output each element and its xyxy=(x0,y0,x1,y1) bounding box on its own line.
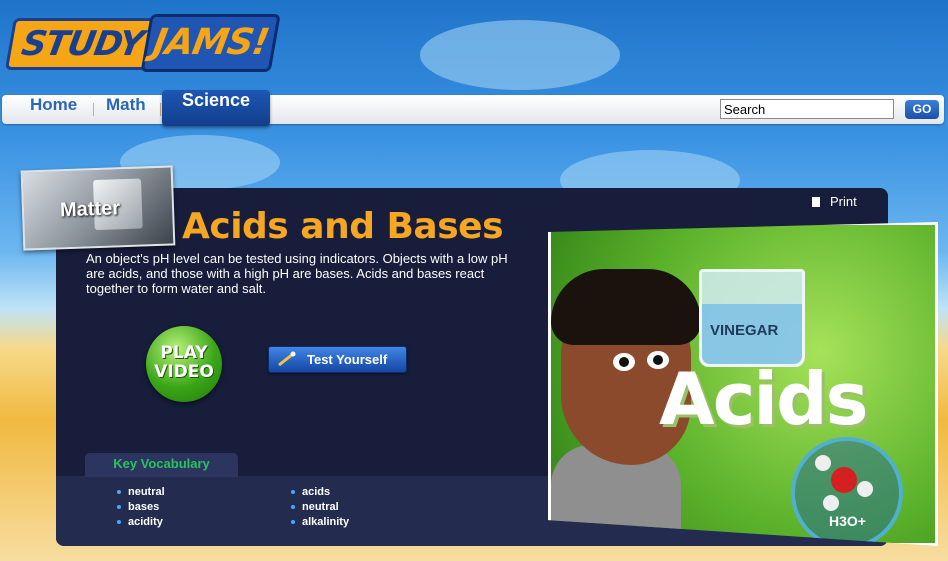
play-video-line2: VIDEO xyxy=(154,362,214,382)
vocabulary-term[interactable]: neutral xyxy=(117,485,165,500)
cloud-decoration xyxy=(420,20,620,90)
key-vocabulary-tab[interactable]: Key Vocabulary xyxy=(85,453,238,477)
hydrogen-atom xyxy=(823,495,839,511)
oxygen-atom xyxy=(831,467,857,493)
top-navigation-bar: Home Math Science GO xyxy=(2,90,944,126)
character-eye xyxy=(613,353,635,371)
search-input[interactable] xyxy=(720,99,894,119)
test-yourself-button[interactable]: Test Yourself xyxy=(268,346,407,373)
vocabulary-term[interactable]: acids xyxy=(291,485,349,500)
site-logo[interactable]: STUDY JAMS! xyxy=(0,10,281,72)
nav-link-science-active[interactable]: Science xyxy=(162,90,270,126)
hydronium-formula: H3O+ xyxy=(829,513,866,529)
magic-wand-icon xyxy=(278,351,296,367)
character-hair xyxy=(551,269,701,345)
topic-label: Matter xyxy=(59,197,121,222)
play-video-button[interactable]: PLAY VIDEO xyxy=(146,326,222,402)
print-label: Print xyxy=(830,194,857,209)
logo-study-text: STUDY xyxy=(4,18,161,70)
page-description: An object's pH level can be tested using… xyxy=(86,251,508,296)
vocabulary-term[interactable]: neutral xyxy=(291,500,349,515)
search-go-button[interactable]: GO xyxy=(905,100,939,119)
vinegar-beaker: VINEGAR xyxy=(699,269,805,367)
topic-badge-matter[interactable]: Matter xyxy=(20,165,176,251)
nav-separator xyxy=(93,103,94,116)
hydrogen-atom xyxy=(815,455,831,471)
play-video-line1: PLAY xyxy=(160,343,208,363)
water-molecule-icon xyxy=(791,437,903,543)
document-icon xyxy=(812,197,820,207)
nav-separator xyxy=(160,103,161,116)
vocabulary-list-column-2: acids neutral alkalinity xyxy=(291,485,349,530)
feature-headline: Acids xyxy=(659,357,868,441)
page-title: Acids and Bases xyxy=(182,206,504,247)
print-link[interactable]: Print xyxy=(812,194,857,209)
beaker-label: VINEGAR xyxy=(710,322,779,339)
vocabulary-term[interactable]: alkalinity xyxy=(291,515,349,530)
vocabulary-term[interactable]: bases xyxy=(117,500,165,515)
nav-link-math[interactable]: Math xyxy=(106,95,146,124)
acids-feature-illustration[interactable]: VINEGAR Acids H3O+ xyxy=(548,222,938,546)
hydrogen-atom xyxy=(857,481,873,497)
vocabulary-term[interactable]: acidity xyxy=(117,515,165,530)
logo-jams-text: JAMS! xyxy=(140,14,281,72)
vocabulary-list-column-1: neutral bases acidity xyxy=(117,485,165,530)
nav-link-home[interactable]: Home xyxy=(30,95,77,124)
test-yourself-label: Test Yourself xyxy=(307,352,388,367)
